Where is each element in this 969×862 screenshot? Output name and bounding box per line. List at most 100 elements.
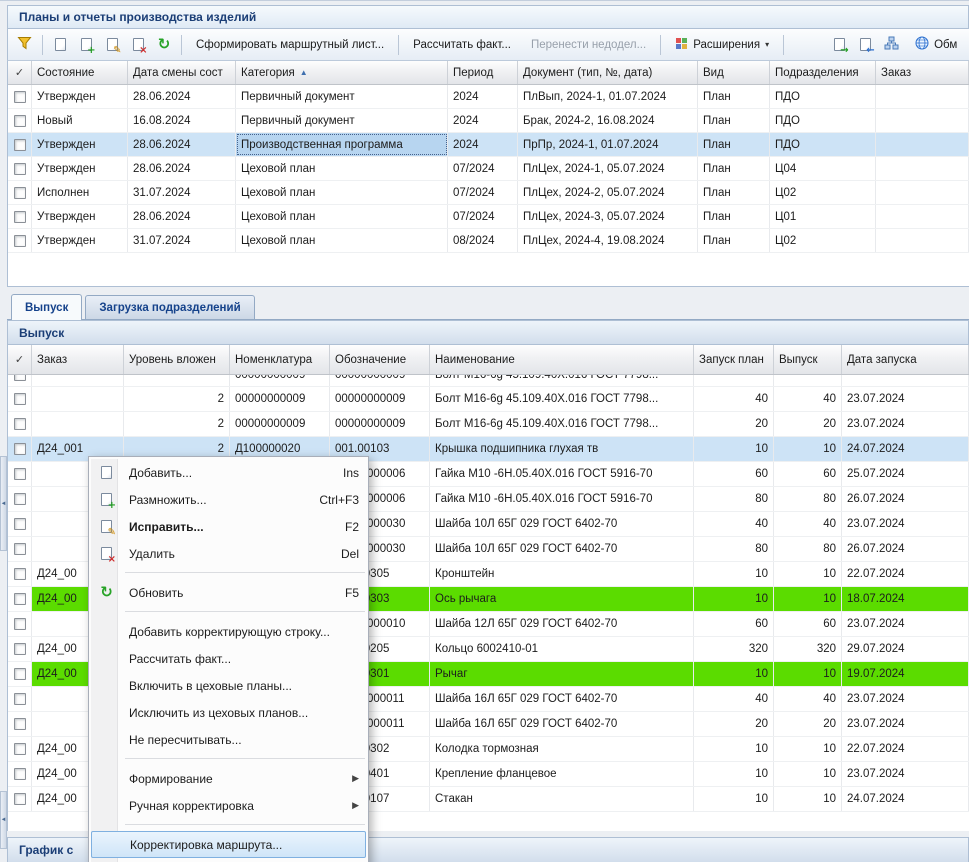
cell-date: 22.07.2024 — [842, 737, 969, 761]
edit-button[interactable]: ✎ — [99, 33, 125, 57]
cell-level: 2 — [124, 412, 230, 436]
row-checkbox[interactable] — [14, 718, 26, 730]
row-checkbox[interactable] — [14, 91, 26, 103]
left-splitter-handle[interactable]: ◄ — [0, 456, 7, 551]
row-checkbox[interactable] — [14, 443, 26, 455]
table-row[interactable]: Утвержден28.06.2024Первичный документ202… — [8, 85, 969, 109]
import-button[interactable]: ← — [852, 33, 878, 57]
column-header[interactable]: Категория▲ — [236, 61, 448, 84]
column-header[interactable]: Выпуск — [774, 345, 842, 374]
menu-item-icon-slot: × — [93, 547, 120, 560]
column-header[interactable]: Состояние — [32, 61, 128, 84]
extensions-button[interactable]: Расширения ▾ — [665, 33, 779, 57]
cell-date: 26.07.2024 — [842, 487, 969, 511]
row-checkbox[interactable] — [14, 163, 26, 175]
table-row[interactable]: Утвержден28.06.2024Производственная прог… — [8, 133, 969, 157]
left-splitter-handle[interactable]: ◄ — [0, 791, 7, 849]
row-checkbox[interactable] — [14, 643, 26, 655]
exchange-button[interactable]: Обм — [905, 33, 967, 57]
row-checkbox[interactable] — [14, 668, 26, 680]
column-header[interactable]: Вид — [698, 61, 770, 84]
column-header[interactable]: Запуск план — [694, 345, 774, 374]
menu-item[interactable]: Корректировка маршрута... — [91, 831, 366, 858]
table-row[interactable]: Утвержден31.07.2024Цеховой план08/2024Пл… — [8, 229, 969, 253]
row-checkbox[interactable] — [14, 793, 26, 805]
column-header[interactable]: Уровень вложен — [124, 345, 230, 374]
column-header[interactable]: ✓ — [8, 61, 32, 84]
menu-item[interactable]: Добавить корректирующую строку... — [89, 618, 368, 645]
menu-item[interactable]: ✎Исправить...F2 — [89, 513, 368, 540]
menu-item[interactable]: ×УдалитьDel — [89, 540, 368, 567]
cell-date: 29.07.2024 — [842, 637, 969, 661]
row-checkbox[interactable] — [14, 235, 26, 247]
row-checkbox[interactable] — [14, 618, 26, 630]
row-checkbox[interactable] — [14, 768, 26, 780]
column-header[interactable]: Заказ — [32, 345, 124, 374]
row-checkbox[interactable] — [14, 375, 26, 381]
column-header[interactable]: Номенклатура — [230, 345, 330, 374]
row-checkbox[interactable] — [14, 743, 26, 755]
menu-item[interactable]: Включить в цеховые планы... — [89, 672, 368, 699]
column-header[interactable]: Наименование — [430, 345, 694, 374]
checkbox-cell — [8, 375, 32, 387]
row-checkbox[interactable] — [14, 493, 26, 505]
column-header[interactable]: Подразделения — [770, 61, 876, 84]
column-header[interactable]: Период — [448, 61, 518, 84]
row-checkbox[interactable] — [14, 593, 26, 605]
duplicate-button[interactable]: + — [73, 33, 99, 57]
row-checkbox[interactable] — [14, 187, 26, 199]
hierarchy-button[interactable] — [878, 33, 905, 57]
delete-button[interactable]: × — [125, 33, 151, 57]
refresh-button[interactable]: ↻ — [151, 33, 177, 57]
tab-release[interactable]: Выпуск — [11, 294, 82, 320]
table-row[interactable]: 0000000000900000000009Болт М16-6g 45.109… — [8, 375, 969, 387]
table-row[interactable]: 20000000000900000000009Болт М16-6g 45.10… — [8, 387, 969, 412]
row-checkbox[interactable] — [14, 115, 26, 127]
menu-item[interactable]: Не пересчитывать... — [89, 726, 368, 753]
form-route-sheet-button[interactable]: Сформировать маршрутный лист... — [186, 33, 394, 57]
row-checkbox[interactable] — [14, 518, 26, 530]
menu-item[interactable]: Формирование▶ — [89, 765, 368, 792]
column-header[interactable]: Обозначение — [330, 345, 430, 374]
checkbox-cell — [8, 612, 32, 636]
menu-item-label: Корректировка маршрута... — [130, 838, 282, 852]
column-header[interactable]: ✓ — [8, 345, 32, 374]
filter-button[interactable] — [11, 33, 38, 57]
menu-item[interactable]: Ручная корректировка▶ — [89, 792, 368, 819]
row-checkbox[interactable] — [14, 468, 26, 480]
tab-division-load[interactable]: Загрузка подразделений — [85, 295, 254, 319]
menu-item-label: Удалить — [129, 547, 175, 561]
column-header[interactable]: Дата запуска — [842, 345, 969, 374]
cell-plan: 60 — [694, 612, 774, 636]
table-row[interactable]: Исполнен31.07.2024Цеховой план07/2024ПлЦ… — [8, 181, 969, 205]
column-header[interactable]: Документ (тип, №, дата) — [518, 61, 698, 84]
row-checkbox[interactable] — [14, 211, 26, 223]
cell-out: 80 — [774, 537, 842, 561]
menu-item[interactable]: Исключить из цеховых планов... — [89, 699, 368, 726]
column-header[interactable]: Дата смены сост — [128, 61, 236, 84]
context-menu: Добавить...Ins+Размножить...Ctrl+F3✎Испр… — [88, 456, 369, 862]
row-checkbox[interactable] — [14, 568, 26, 580]
table-row[interactable]: 20000000000900000000009Болт М16-6g 45.10… — [8, 412, 969, 437]
cell-date: 22.07.2024 — [842, 562, 969, 586]
menu-item[interactable]: Рассчитать факт... — [89, 645, 368, 672]
table-row[interactable]: Утвержден28.06.2024Цеховой план07/2024Пл… — [8, 157, 969, 181]
export-button[interactable]: → — [826, 33, 852, 57]
row-checkbox[interactable] — [14, 139, 26, 151]
row-checkbox[interactable] — [14, 393, 26, 405]
row-checkbox[interactable] — [14, 693, 26, 705]
calc-fact-button[interactable]: Рассчитать факт... — [403, 33, 521, 57]
menu-item[interactable]: +Размножить...Ctrl+F3 — [89, 486, 368, 513]
table-row[interactable]: Утвержден28.06.2024Цеховой план07/2024Пл… — [8, 205, 969, 229]
row-checkbox[interactable] — [14, 418, 26, 430]
menu-item[interactable]: Добавить...Ins — [89, 459, 368, 486]
edit-icon: ✎ — [107, 38, 118, 51]
table-row[interactable]: Новый16.08.2024Первичный документ2024Бра… — [8, 109, 969, 133]
cell-category: Производственная программа — [236, 133, 448, 156]
cell-name: Кольцо 6002410-01 — [430, 637, 694, 661]
cell-period: 07/2024 — [448, 157, 518, 180]
row-checkbox[interactable] — [14, 543, 26, 555]
add-button[interactable] — [47, 33, 73, 57]
column-header[interactable]: Заказ — [876, 61, 969, 84]
menu-item[interactable]: ↻ОбновитьF5 — [89, 579, 368, 606]
